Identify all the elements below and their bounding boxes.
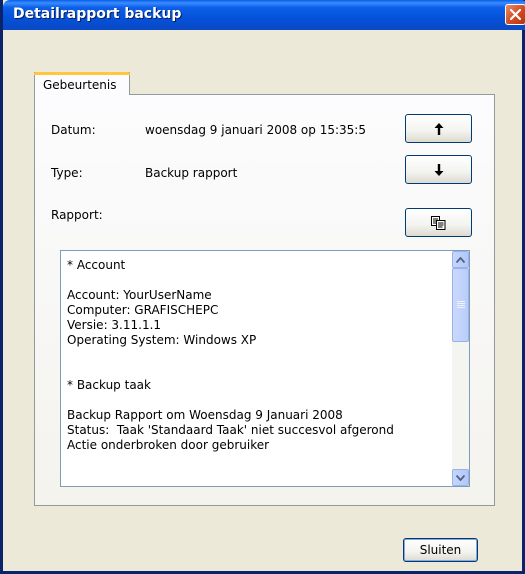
datum-value: woensdag 9 januari 2008 op 15:35:5 [145,123,366,137]
rapport-label: Rapport: [51,208,103,222]
type-label: Type: [51,166,83,180]
close-button[interactable]: Sluiten [403,538,478,562]
move-down-button[interactable] [405,155,472,184]
tab-gebeurtenis[interactable]: Gebeurtenis [34,72,130,95]
copy-icon [431,215,446,230]
chevron-up-icon [456,256,465,263]
move-up-button[interactable] [405,114,472,143]
vertical-scrollbar[interactable] [452,251,469,486]
datum-label: Datum: [51,123,96,137]
close-icon [510,9,521,20]
chevron-down-icon [456,474,465,481]
report-textbox[interactable]: * Account Account: YourUserName Computer… [60,250,470,487]
scroll-down-button[interactable] [452,469,469,486]
arrow-up-icon [434,122,443,135]
copy-button[interactable] [405,208,472,237]
tab-label: Gebeurtenis [43,78,117,92]
scroll-thumb[interactable] [452,268,469,342]
title-bar[interactable]: Detailrapport backup [3,0,525,30]
window-title: Detailrapport backup [13,6,182,22]
arrow-down-icon [434,163,443,176]
type-value: Backup rapport [145,166,238,180]
report-content: * Account Account: YourUserName Computer… [67,258,394,452]
scroll-up-button[interactable] [452,251,469,268]
close-window-button[interactable] [505,4,525,25]
